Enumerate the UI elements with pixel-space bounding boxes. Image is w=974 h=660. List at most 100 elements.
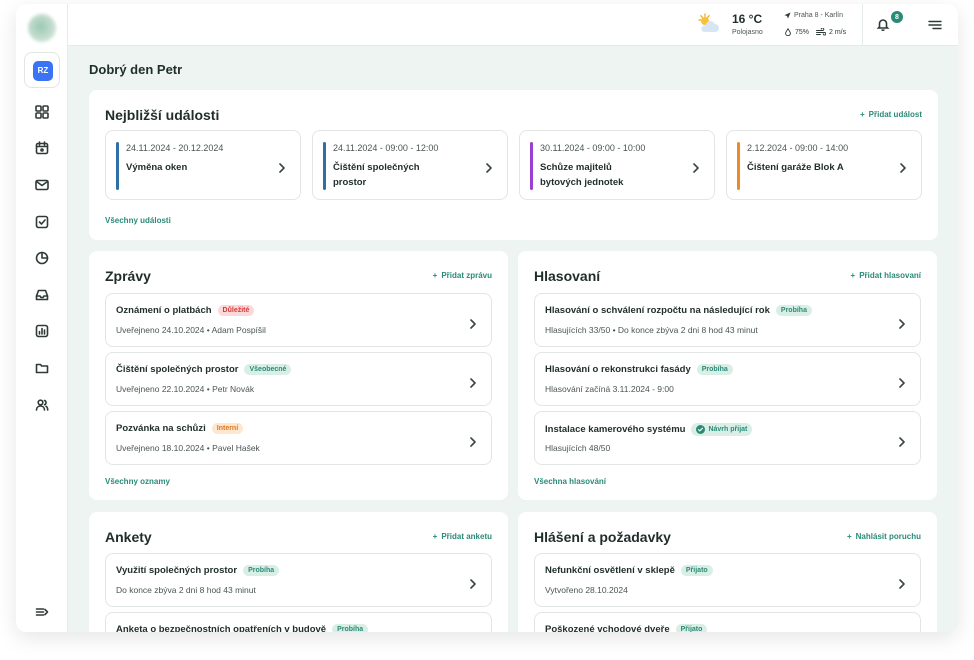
tag-general: Všeobecné bbox=[244, 364, 292, 375]
vote-item[interactable]: Instalace kamerového systému Návrh přija… bbox=[534, 411, 921, 465]
check-circle-icon bbox=[696, 425, 706, 434]
all-votes-link[interactable]: Všechna hlasování bbox=[534, 477, 606, 486]
poll-title: Využití společných prostor bbox=[116, 565, 238, 576]
poll-item[interactable]: Anketa o bezpečnostních opatřeních v bud… bbox=[105, 612, 492, 632]
events-card: Nejbližší události + Přidat událost 24.11… bbox=[89, 90, 938, 240]
plus-icon: + bbox=[432, 271, 438, 280]
wind-icon bbox=[816, 28, 827, 36]
message-meta: Uveřejneno 18.10.2024 • Pavel Hašek bbox=[116, 443, 260, 453]
tag-accepted: Návrh přijat bbox=[691, 423, 753, 436]
pie-chart-icon[interactable] bbox=[32, 248, 52, 268]
event-name: Schůze majitelů bytových jednotek bbox=[540, 162, 624, 188]
inbox-icon[interactable] bbox=[32, 285, 52, 305]
poll-item[interactable]: Využití společných prostor Probíha Do kon… bbox=[105, 553, 492, 607]
location-arrow-icon bbox=[784, 12, 791, 19]
tag-internal: Interní bbox=[211, 423, 244, 434]
dashboard-icon[interactable] bbox=[32, 102, 52, 122]
event-name: Čištení garáže Blok A bbox=[747, 162, 844, 173]
tag-accepted: Přijato bbox=[675, 624, 708, 632]
tag-in-progress: Probíha bbox=[696, 364, 733, 375]
add-poll-button[interactable]: + Přidat anketu bbox=[433, 532, 492, 541]
chevron-right-icon bbox=[278, 160, 286, 173]
message-title: Čištění společných prostor bbox=[116, 364, 239, 375]
all-messages-link[interactable]: Všechny oznamy bbox=[105, 477, 170, 486]
message-item[interactable]: Čištění společných prostor Všeobecné Uveř… bbox=[105, 352, 492, 406]
chevron-right-icon bbox=[898, 434, 906, 447]
location-text: Praha 8 - Karlín bbox=[794, 12, 844, 19]
event-name: Výměna oken bbox=[126, 162, 188, 173]
hamburger-menu-icon[interactable] bbox=[928, 18, 942, 32]
report-item[interactable]: Nefunkční osvětlení v sklepě Přijato Vytv… bbox=[534, 553, 921, 607]
chevron-right-icon bbox=[469, 576, 477, 589]
plus-icon: + bbox=[432, 532, 438, 541]
votes-card: Hlasovaní + Přidat hlasovaní Hlasování o … bbox=[518, 251, 937, 500]
sidebar: RZ bbox=[16, 4, 68, 632]
report-meta: Vytvořeno 28.10.2024 bbox=[545, 585, 628, 595]
org-initials: RZ bbox=[33, 61, 53, 81]
divider bbox=[862, 4, 863, 46]
event-date: 30.11.2024 - 09:00 - 10:00 bbox=[540, 143, 646, 153]
chevron-right-icon bbox=[469, 434, 477, 447]
location: Praha 8 - Karlín bbox=[784, 12, 843, 19]
message-meta: Uveřejneno 24.10.2024 • Adam Pospíšil bbox=[116, 325, 266, 335]
message-item[interactable]: Pozvánka na schůzi Interní Uveřejneno 18.… bbox=[105, 411, 492, 465]
event-item[interactable]: 24.11.2024 - 09:00 - 12:00 Čištění spole… bbox=[312, 130, 508, 200]
votes-title: Hlasovaní bbox=[534, 268, 601, 284]
report-icon[interactable] bbox=[32, 321, 52, 341]
report-title: Nefunkční osvětlení v sklepě bbox=[545, 565, 675, 576]
weather-condition: Polojasno bbox=[732, 29, 763, 36]
poll-meta: Do konce zbýva 2 dni 8 hod 43 minut bbox=[116, 585, 256, 595]
collapse-sidebar-icon[interactable] bbox=[32, 602, 52, 622]
message-meta: Uveřejneno 22.10.2024 • Petr Novák bbox=[116, 384, 255, 394]
chevron-right-icon bbox=[692, 160, 700, 173]
checklist-icon[interactable] bbox=[32, 212, 52, 232]
reports-card: Hlášení a požadavky + Nahlásit poruchu Ne… bbox=[518, 512, 937, 632]
mail-icon[interactable] bbox=[32, 175, 52, 195]
add-vote-button[interactable]: + Přidat hlasovaní bbox=[851, 271, 921, 280]
event-color-bar bbox=[737, 142, 740, 190]
all-events-link[interactable]: Všechny události bbox=[105, 216, 171, 225]
message-item[interactable]: Oznámení o platbách Důležité Uveřejneno 2… bbox=[105, 293, 492, 347]
polls-card: Ankety + Přidat anketu Využití společných… bbox=[89, 512, 508, 632]
tag-accepted: Přijato bbox=[680, 565, 713, 576]
add-message-button[interactable]: + Přidat zprávu bbox=[433, 271, 492, 280]
vote-item[interactable]: Hlasování o schválení rozpočtu na násled… bbox=[534, 293, 921, 347]
vote-item[interactable]: Hlasování o rekonstrukci fasády Probíha H… bbox=[534, 352, 921, 406]
greeting: Dobrý den Petr bbox=[89, 62, 183, 77]
chevron-right-icon bbox=[469, 316, 477, 329]
tag-in-progress: Probíha bbox=[243, 565, 280, 576]
event-color-bar bbox=[323, 142, 326, 190]
bell-icon bbox=[876, 19, 890, 32]
event-item[interactable]: 30.11.2024 - 09:00 - 10:00 Schůze majite… bbox=[519, 130, 715, 200]
message-title: Pozvánka na schůzi bbox=[116, 423, 206, 434]
vote-title: Hlasování o schválení rozpočtu na násled… bbox=[545, 305, 770, 316]
app-logo[interactable] bbox=[28, 14, 56, 42]
events-title: Nejbližší události bbox=[105, 107, 220, 123]
org-switcher[interactable]: RZ bbox=[24, 52, 60, 88]
chevron-right-icon bbox=[898, 375, 906, 388]
event-name: Čištění společných prostor bbox=[333, 162, 420, 188]
reports-title: Hlášení a požadavky bbox=[534, 529, 671, 545]
report-issue-button[interactable]: + Nahlásit poruchu bbox=[847, 532, 921, 541]
calendar-icon[interactable] bbox=[32, 138, 52, 158]
polls-title: Ankety bbox=[105, 529, 152, 545]
add-event-button[interactable]: + Přidat událost bbox=[860, 110, 922, 119]
tag-important: Důležité bbox=[217, 305, 255, 316]
poll-title: Anketa o bezpečnostních opatřeních v bud… bbox=[116, 624, 327, 632]
app-window: RZ 16 °C Polojasno Praha 8 - Karlín 75% … bbox=[16, 4, 958, 632]
tag-in-progress: Probíha bbox=[775, 305, 812, 316]
report-title: Poškozené vchodové dveře bbox=[545, 624, 670, 632]
event-date: 24.11.2024 - 20.12.2024 bbox=[126, 143, 224, 153]
folder-icon[interactable] bbox=[32, 358, 52, 378]
chevron-right-icon bbox=[469, 375, 477, 388]
messages-title: Zprávy bbox=[105, 268, 151, 284]
report-item[interactable]: Poškozené vchodové dveře Přijato bbox=[534, 612, 921, 632]
plus-icon: + bbox=[850, 271, 856, 280]
event-color-bar bbox=[116, 142, 119, 190]
event-item[interactable]: 2.12.2024 - 09:00 - 14:00 Čištení garáže… bbox=[726, 130, 922, 200]
event-item[interactable]: 24.11.2024 - 20.12.2024 Výměna oken bbox=[105, 130, 301, 200]
chevron-right-icon bbox=[899, 160, 907, 173]
users-icon[interactable] bbox=[32, 395, 52, 415]
weather-details: 75% 2 m/s bbox=[784, 28, 846, 36]
vote-title: Hlasování o rekonstrukci fasády bbox=[545, 364, 691, 375]
